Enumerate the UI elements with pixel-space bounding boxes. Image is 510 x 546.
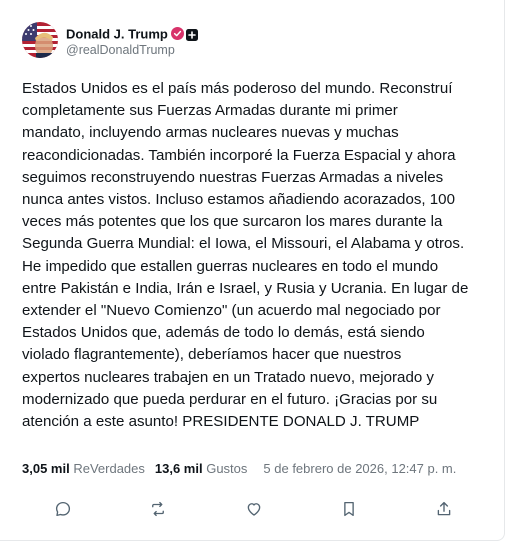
share-button[interactable] [427,492,461,526]
action-bar [14,492,494,526]
post-text-line: nunca antes vistos. Incluso estamos añad… [22,191,455,209]
post-card: Donald J. Trump @realDonaldTrump Estados… [0,0,505,541]
likes-count[interactable]: 13,6 mil [155,461,203,476]
plus-square-icon [185,28,198,41]
post-text-line: atención a este asunto! PRESIDENTE DONAL… [22,413,420,431]
post-text: Estados Unidos es el país más poderoso d… [22,78,494,433]
verified-badge-icon [170,27,184,41]
post-text-line: veces más potentes que los que surcaron … [22,213,443,231]
post-text-line: violado flagrantemente), deberíamos hace… [22,346,402,364]
post-text-line: Segunda Guerra Mundial: el Iowa, el Miss… [22,235,465,253]
author-name-row: Donald J. Trump [66,25,198,43]
post-text-line: reacondicionadas. También incorporé la F… [22,146,456,164]
post-text-line: seguimos reconstruyendo nuestras Fuerzas… [22,168,444,186]
author-display-name[interactable]: Donald J. Trump [66,26,168,41]
avatar[interactable] [22,22,58,58]
post-text-line: mandato, incluyendo armas nucleares nuev… [22,124,399,142]
heart-icon [247,503,261,516]
bookmark-button[interactable] [332,492,366,526]
post-text-line: modernizado que pueda perdurar en el fut… [22,390,438,408]
reposts-label[interactable]: ReVerdades [73,461,145,476]
repost-icon [152,501,164,517]
bookmark-icon [344,501,354,517]
post-timestamp[interactable]: 5 de febrero de 2026, 12:47 p. m. [263,461,456,476]
reply-button[interactable] [46,492,80,526]
share-icon [437,501,451,516]
post-text-line: extender el "Nuevo Comienzo" (un acuerdo… [22,302,441,320]
post-text-line: completamente sus Fuerzas Armadas durant… [22,102,398,120]
post-stats: 3,05 mil ReVerdades 13,6 mil Gustos 5 de f… [22,461,456,476]
post-text-line: He impedido que estallen guerras nuclear… [22,257,439,275]
retruth-button[interactable] [141,492,175,526]
reposts-count[interactable]: 3,05 mil [22,461,70,476]
likes-label[interactable]: Gustos [206,461,247,476]
post-text-line: entre Pakistán e India, Irán e Israel, y… [22,279,469,297]
like-button[interactable] [237,492,271,526]
author-handle[interactable]: @realDonaldTrump [66,43,175,57]
post-text-line: expertos nucleares trabajen en un Tratad… [22,368,434,386]
post-text-line: Estados Unidos que, además de todo lo de… [22,324,425,342]
reply-icon [55,501,71,517]
post-text-line: Estados Unidos es el país más poderoso d… [22,80,453,97]
